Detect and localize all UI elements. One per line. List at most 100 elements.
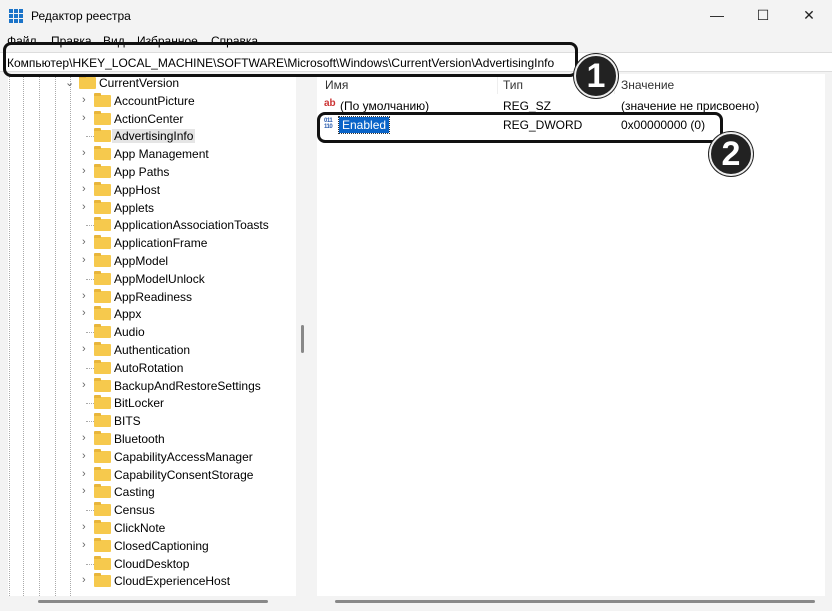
tree-item[interactable]: AutoRotation bbox=[8, 359, 296, 377]
folder-icon bbox=[94, 502, 111, 517]
column-data[interactable]: Значение bbox=[621, 78, 674, 92]
folder-icon bbox=[94, 431, 111, 445]
tree-item[interactable]: › App Management bbox=[8, 145, 296, 163]
tree-item-label: Casting bbox=[114, 485, 155, 500]
tree-item-label: AppReadiness bbox=[114, 289, 193, 304]
chevron-down-icon[interactable]: ⌄ bbox=[65, 76, 74, 89]
key-tree: ⌄ CurrentVersion › AccountPicture › ActionC… bbox=[8, 74, 296, 596]
tree-item[interactable]: Audio bbox=[8, 323, 296, 341]
chevron-right-icon[interactable]: › bbox=[82, 307, 86, 319]
tree-item-label: Bluetooth bbox=[114, 432, 165, 446]
tree-item-label: AppModelUnlock bbox=[114, 271, 205, 286]
tree-item[interactable]: › ActionCenter bbox=[8, 110, 296, 128]
chevron-right-icon[interactable]: › bbox=[82, 112, 86, 124]
tree-item[interactable]: › Casting bbox=[8, 483, 296, 501]
chevron-right-icon[interactable]: › bbox=[82, 165, 86, 177]
chevron-right-icon[interactable]: › bbox=[82, 94, 86, 106]
tree-item[interactable]: › Applets bbox=[8, 199, 296, 217]
chevron-right-icon[interactable]: › bbox=[82, 254, 86, 266]
chevron-right-icon[interactable]: › bbox=[82, 485, 86, 497]
tree-item[interactable]: › CapabilityConsentStorage bbox=[8, 466, 296, 484]
annotation-badge-1: 1 bbox=[574, 54, 618, 98]
tree-connector bbox=[86, 403, 94, 405]
tree-item[interactable]: › ClosedCaptioning bbox=[8, 537, 296, 555]
annotation-box-1 bbox=[3, 42, 578, 77]
chevron-right-icon[interactable]: › bbox=[82, 432, 86, 444]
folder-icon bbox=[94, 395, 111, 410]
chevron-right-icon[interactable]: › bbox=[82, 379, 86, 391]
folder-icon bbox=[94, 306, 111, 321]
tree-item-label: CapabilityAccessManager bbox=[114, 449, 253, 464]
chevron-right-icon[interactable]: › bbox=[82, 236, 86, 248]
tree-item[interactable]: ApplicationAssociationToasts bbox=[8, 216, 296, 234]
folder-icon bbox=[94, 288, 111, 303]
tree-item-label: AccountPicture bbox=[114, 93, 195, 108]
folder-icon bbox=[94, 413, 111, 428]
chevron-right-icon[interactable]: › bbox=[82, 521, 86, 533]
folder-icon bbox=[94, 520, 111, 534]
tree-connector bbox=[86, 563, 94, 565]
tree-item[interactable]: › AppModel bbox=[8, 252, 296, 270]
tree-item-label: Appx bbox=[114, 307, 142, 322]
folder-icon bbox=[94, 377, 111, 392]
close-button[interactable]: ✕ bbox=[786, 0, 832, 30]
tree-horizontal-scrollbar[interactable] bbox=[38, 600, 268, 603]
tree-connector bbox=[86, 136, 94, 138]
tree-item-label: App Management bbox=[114, 147, 209, 162]
title-bar: Редактор реестра — ☐ ✕ bbox=[0, 0, 832, 32]
tree-item-label: AutoRotation bbox=[114, 360, 184, 375]
tree-item-label: Audio bbox=[114, 325, 145, 340]
tree-item[interactable]: BitLocker bbox=[8, 394, 296, 412]
tree-item[interactable]: › App Paths bbox=[8, 163, 296, 181]
tree-item[interactable]: › AccountPicture bbox=[8, 92, 296, 110]
tree-item[interactable]: › ApplicationFrame bbox=[8, 234, 296, 252]
tree-item[interactable]: AdvertisingInfo bbox=[8, 127, 296, 145]
string-value-icon: ab bbox=[324, 98, 336, 109]
values-horizontal-scrollbar[interactable] bbox=[335, 600, 815, 603]
chevron-right-icon[interactable]: › bbox=[82, 468, 86, 480]
tree-item[interactable]: › ClickNote bbox=[8, 519, 296, 537]
tree-connector bbox=[86, 332, 94, 334]
tree-item[interactable]: › Bluetooth bbox=[8, 430, 296, 448]
folder-icon bbox=[94, 537, 111, 552]
tree-connector bbox=[86, 278, 94, 280]
tree-item[interactable]: AppModelUnlock bbox=[8, 270, 296, 288]
tree-item[interactable]: › BackupAndRestoreSettings bbox=[8, 377, 296, 395]
folder-icon bbox=[94, 270, 111, 285]
tree-item-label: Authentication bbox=[114, 343, 191, 357]
tree-item[interactable]: BITS bbox=[8, 412, 296, 430]
folder-icon bbox=[79, 75, 96, 89]
tree-item-label: CloudExperienceHost bbox=[114, 574, 231, 589]
tree-item-label: ClosedCaptioning bbox=[114, 538, 209, 553]
tree-item-label: Applets bbox=[114, 200, 155, 215]
column-name[interactable]: Имя bbox=[325, 78, 348, 92]
tree-item[interactable]: › AppHost bbox=[8, 181, 296, 199]
tree-item[interactable]: › Authentication bbox=[8, 341, 296, 359]
minimize-button[interactable]: — bbox=[694, 0, 740, 30]
folder-icon bbox=[94, 199, 111, 214]
chevron-right-icon[interactable]: › bbox=[82, 183, 86, 195]
folder-icon bbox=[94, 235, 111, 250]
chevron-right-icon[interactable]: › bbox=[82, 539, 86, 551]
chevron-right-icon[interactable]: › bbox=[82, 147, 86, 159]
tree-item[interactable]: › CapabilityAccessManager bbox=[8, 448, 296, 466]
tree-item[interactable]: › AppReadiness bbox=[8, 288, 296, 306]
tree-item-label: ApplicationAssociationToasts bbox=[114, 218, 269, 233]
tree-item[interactable]: › Appx bbox=[8, 305, 296, 323]
folder-icon bbox=[94, 448, 111, 463]
folder-icon bbox=[94, 110, 111, 125]
tree-item[interactable]: CloudDesktop bbox=[8, 555, 296, 573]
chevron-right-icon[interactable]: › bbox=[82, 574, 86, 586]
column-type[interactable]: Тип bbox=[503, 78, 523, 92]
tree-item-label: CapabilityConsentStorage bbox=[114, 467, 254, 482]
tree-item[interactable]: › CloudExperienceHost bbox=[8, 572, 296, 590]
maximize-button[interactable]: ☐ bbox=[740, 0, 786, 30]
chevron-right-icon[interactable]: › bbox=[82, 290, 86, 302]
chevron-right-icon[interactable]: › bbox=[82, 343, 86, 355]
tree-vertical-scrollbar[interactable] bbox=[301, 325, 304, 353]
chevron-right-icon[interactable]: › bbox=[82, 450, 86, 462]
folder-icon bbox=[94, 253, 111, 267]
tree-item[interactable]: Census bbox=[8, 501, 296, 519]
annotation-box-2 bbox=[317, 112, 723, 143]
chevron-right-icon[interactable]: › bbox=[82, 201, 86, 213]
